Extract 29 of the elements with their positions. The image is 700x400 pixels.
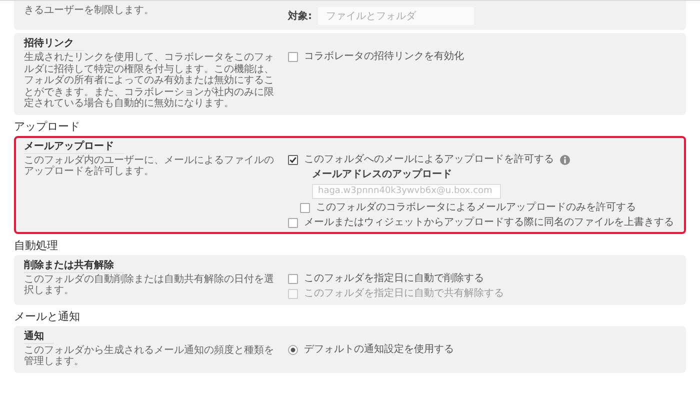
checkbox[interactable] <box>288 154 298 164</box>
field-label: 対象: <box>288 9 312 23</box>
checkbox[interactable] <box>288 52 298 62</box>
email-address-label: メールアドレスのアップロード <box>312 168 453 180</box>
card-title: 招待リンク <box>24 37 84 51</box>
section-heading: 自動処理 <box>14 238 59 252</box>
radio-button[interactable] <box>288 344 298 354</box>
option-label: このフォルダのコラボレータによるメールアップロードのみを許可する <box>316 202 636 214</box>
checkbox[interactable] <box>288 218 298 228</box>
option-label: このフォルダを指定日に自動で削除する <box>304 272 484 284</box>
checkbox[interactable] <box>288 274 298 284</box>
section-heading: アップロード <box>14 120 81 132</box>
card-title: 削除または共有解除 <box>24 258 124 272</box>
section-heading: メールと通知 <box>14 310 81 322</box>
option-label: このフォルダを指定日に自動で共有解除する <box>304 288 504 300</box>
description-text: このフォルダ内のユーザーに、メールによるファイルのアップロードを許可します。 <box>24 154 274 178</box>
option-label: コラボレータの招待リンクを有効化 <box>304 51 464 63</box>
description-text: きるユーザーを制限します。 <box>24 5 155 16</box>
card-title: 通知 <box>24 330 54 344</box>
option-label: デフォルトの通知設定を使用する <box>304 344 454 356</box>
info-icon[interactable] <box>560 154 570 164</box>
description-text: 生成されたリンクを使用して、コラボレータをこのフォルダに招待して特定の権限を付与します。この機能は、フォルダの所有者によってのみ有効または無効にすることができます。また、コラボレーションが社内のみに限定されている場合も自動的に無効になります。 <box>24 52 274 110</box>
target-field[interactable]: ファイルとフォルダ <box>318 7 474 25</box>
option-label: メールまたはウィジェットからアップロードする際に同名のファイルを上書きする <box>304 216 674 228</box>
description-text: このフォルダから生成されるメール通知の頻度と種類を管理します。 <box>24 344 274 368</box>
checkbox[interactable] <box>300 202 310 212</box>
description-text: このフォルダの自動削除または自動共有解除の日付を選択します。 <box>24 274 274 296</box>
card-title: メールアップロード <box>24 140 124 154</box>
option-label: このフォルダへのメールによるアップロードを許可する <box>304 154 554 166</box>
